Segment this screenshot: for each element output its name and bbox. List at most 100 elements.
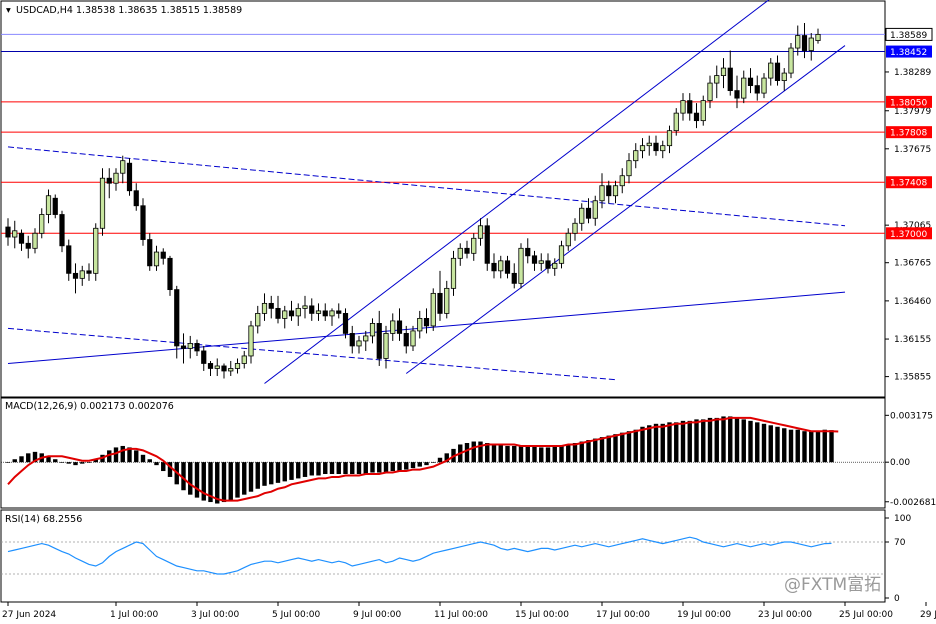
candle-body (275, 307, 281, 319)
candle-body (5, 226, 11, 238)
macd-bar (235, 462, 240, 498)
macd-bar (343, 462, 348, 474)
symbol-dropdown-icon[interactable]: ▾ (6, 5, 11, 16)
macd-bar (728, 416, 733, 463)
macd-bar (741, 419, 746, 463)
candle-body (147, 239, 153, 267)
time-tick-label: 19 Jul 00:00 (677, 610, 731, 620)
candle-body (430, 292, 436, 327)
candle-body (336, 310, 342, 314)
candle-body (700, 100, 706, 122)
macd-bar (694, 419, 699, 463)
candle-body (140, 205, 146, 240)
time-tick-label: 27 Jun 2024 (2, 610, 56, 620)
macd-tick-label: 0.00 (890, 458, 910, 468)
macd-bar (647, 425, 652, 463)
candle (126, 158, 133, 196)
time-tick-label: 25 Jul 00:00 (839, 610, 893, 620)
macd-bar (262, 462, 267, 486)
candle-body (673, 112, 679, 132)
macd-bar (12, 459, 17, 463)
candle-body (437, 292, 443, 314)
candle-body (619, 175, 625, 187)
macd-bar (464, 443, 470, 463)
rsi-tick-label: 100 (894, 514, 911, 524)
time-tick-label: 23 Jul 00:00 (758, 610, 812, 620)
macd-bar (545, 447, 551, 463)
macd-bar (417, 462, 422, 467)
macd-bar (491, 444, 497, 463)
macd-bar (559, 445, 564, 463)
rsi-tick-label: 0 (894, 594, 900, 604)
chart-background (0, 0, 936, 624)
macd-bar (606, 435, 611, 463)
macd-bar (282, 462, 287, 482)
candle-body (646, 142, 652, 147)
price-tick-label: 1.36765 (894, 259, 931, 269)
candle-body (484, 225, 490, 264)
candle-body (248, 325, 254, 357)
candle-body (734, 90, 740, 99)
candle-body (511, 272, 517, 284)
macd-bar (302, 462, 308, 477)
time-tick-label: 5 Jul 00:00 (272, 610, 321, 620)
macd-bar (188, 462, 193, 495)
macd-bar (255, 462, 260, 489)
macd-bar (296, 462, 301, 479)
macd-bar (653, 423, 659, 463)
candle-body (187, 343, 193, 349)
macd-bar (505, 445, 510, 463)
candle-body (59, 214, 65, 247)
candle-body (153, 251, 160, 267)
macd-bar (66, 462, 71, 464)
macd-bar (19, 456, 24, 463)
macd-bar (674, 422, 679, 463)
candle-body (32, 232, 38, 249)
macd-bar (532, 445, 537, 463)
macd-bar (80, 462, 85, 464)
macd-bar (269, 462, 274, 485)
candle-body (815, 34, 821, 41)
time-tick-label: 9 Jul 00:00 (353, 610, 402, 620)
macd-bar (86, 462, 92, 463)
price-tag-label: 1.37808 (890, 129, 927, 139)
candle-body (808, 37, 814, 51)
price-tag-label: 1.38452 (890, 48, 927, 58)
macd-bar (829, 430, 834, 463)
candle-body (288, 310, 295, 317)
candle (167, 255, 173, 296)
macd-bar (775, 426, 780, 463)
macd-bar (471, 441, 476, 463)
symbol-header: USDCAD,H4 1.38538 1.38635 1.38515 1.3858… (16, 5, 242, 16)
candle-body (342, 312, 349, 334)
macd-bar (113, 447, 119, 463)
candle-body (349, 333, 355, 347)
macd-label: MACD(12,26,9) 0.002173 0.002076 (5, 401, 174, 412)
fxtm-logo: @FXTM富拓 (784, 575, 881, 595)
candle-body (79, 270, 85, 279)
macd-bar (323, 462, 328, 474)
candle-body (727, 67, 733, 92)
candle-body (612, 185, 619, 197)
candle (484, 218, 490, 271)
candle-body (120, 160, 126, 174)
candle-body (720, 67, 727, 76)
macd-bar (370, 462, 375, 473)
price-tag: 1.37000 (886, 227, 932, 240)
macd-bar (687, 420, 692, 463)
macd-bar (579, 441, 584, 463)
candle-body (579, 207, 585, 224)
candle-body (268, 302, 274, 309)
candle-body (653, 142, 659, 152)
macd-bar (566, 444, 571, 463)
candle-body (322, 310, 328, 317)
price-tag: 1.37408 (886, 176, 932, 189)
candle-body (552, 262, 558, 269)
candle-body (423, 317, 430, 327)
trading-chart: 1.382891.379791.376751.370651.367651.364… (0, 0, 936, 624)
price-tick-label: 1.37675 (894, 145, 931, 155)
macd-bar (539, 447, 544, 463)
macd-tick-label: -0.002681 (890, 498, 936, 508)
price-tag: 1.37808 (886, 126, 932, 139)
candle-body (302, 305, 308, 309)
